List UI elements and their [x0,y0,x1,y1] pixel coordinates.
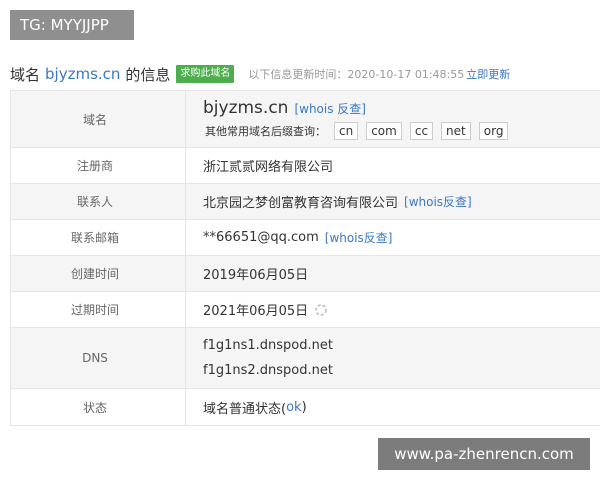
row-label: 过期时间 [11,292,186,327]
row-label: 联系邮箱 [11,220,186,255]
suffix-org-button[interactable]: org [478,122,509,140]
suffix-cc-button[interactable]: cc [409,122,434,140]
table-row-registrar: 注册商 浙江贰贰网络有限公司 [11,148,600,184]
heading-prefix: 域名 [10,65,41,84]
row-label: 创建时间 [11,256,186,291]
page-heading: 域名 bjyzms.cn 的信息 求购此域名 以下信息更新时间：2020-10-… [10,62,510,86]
status-ok-link[interactable]: ok [286,400,301,415]
email-value: **66651@qq.com [203,230,319,245]
site-watermark: www.pa-zhenrencn.com [378,438,590,470]
row-value: 2021年06月05日 [186,292,600,327]
status-prefix: 域名普通状态( [203,401,287,417]
table-row-created: 创建时间 2019年06月05日 [11,256,600,292]
registrar-value: 浙江贰贰网络有限公司 [203,160,334,175]
whois-reverse-link[interactable]: [whois 反查] [294,100,366,117]
table-row-contact: 联系人 北京园之梦创富教育咨询有限公司 [whois反查] [11,184,600,220]
suffix-com-button[interactable]: com [366,122,402,140]
table-row-expires: 过期时间 2021年06月05日 [11,292,600,328]
table-row-domain: 域名 bjyzms.cn [whois 反查] 其他常用域名后缀查询： cn c… [11,91,600,148]
row-label: DNS [11,328,186,388]
buy-domain-button[interactable]: 求购此域名 [176,65,235,83]
contact-value: 北京园之梦创富教育咨询有限公司 [203,196,399,211]
row-value: f1g1ns1.dnspod.net f1g1ns2.dnspod.net [186,328,600,388]
row-label: 状态 [11,389,186,425]
row-value: 2019年06月05日 [186,256,600,291]
created-value: 2019年06月05日 [203,268,309,283]
row-value: 域名普通状态(ok) [186,389,600,425]
row-label: 注册商 [11,148,186,183]
domain-value: bjyzms.cn [203,98,289,118]
row-value: **66651@qq.com [whois反查] [186,220,600,255]
domain-info-table: 域名 bjyzms.cn [whois 反查] 其他常用域名后缀查询： cn c… [10,90,600,426]
row-label: 联系人 [11,184,186,219]
update-time-text: 以下信息更新时间：2020-10-17 01:48:55 [248,68,465,81]
dns-server-1: f1g1ns1.dnspod.net [203,338,333,353]
row-value: 北京园之梦创富教育咨询有限公司 [whois反查] [186,184,600,219]
update-now-link[interactable]: 立即更新 [466,66,510,82]
suffix-net-button[interactable]: net [441,122,471,140]
table-row-email: 联系邮箱 **66651@qq.com [whois反查] [11,220,600,256]
row-label: 域名 [11,91,186,147]
status-suffix: ) [301,399,307,415]
table-row-status: 状态 域名普通状态(ok) [11,389,600,426]
suffix-cn-button[interactable]: cn [334,122,359,140]
suffix-query-label: 其他常用域名后缀查询： [205,125,326,138]
dns-server-2: f1g1ns2.dnspod.net [203,363,333,378]
table-row-dns: DNS f1g1ns1.dnspod.net f1g1ns2.dnspod.ne… [11,328,600,389]
contact-whois-link[interactable]: [whois反查] [404,193,472,210]
refresh-icon[interactable] [314,303,328,317]
heading-suffix: 的信息 [125,65,171,84]
expires-value: 2021年06月05日 [203,304,309,319]
row-value: bjyzms.cn [whois 反查] 其他常用域名后缀查询： cn com … [186,91,600,147]
tg-banner: TG: MYYJJPP [10,10,134,40]
heading-domain: bjyzms.cn [45,65,121,83]
row-value: 浙江贰贰网络有限公司 [186,148,600,183]
email-whois-link[interactable]: [whois反查] [325,229,393,246]
